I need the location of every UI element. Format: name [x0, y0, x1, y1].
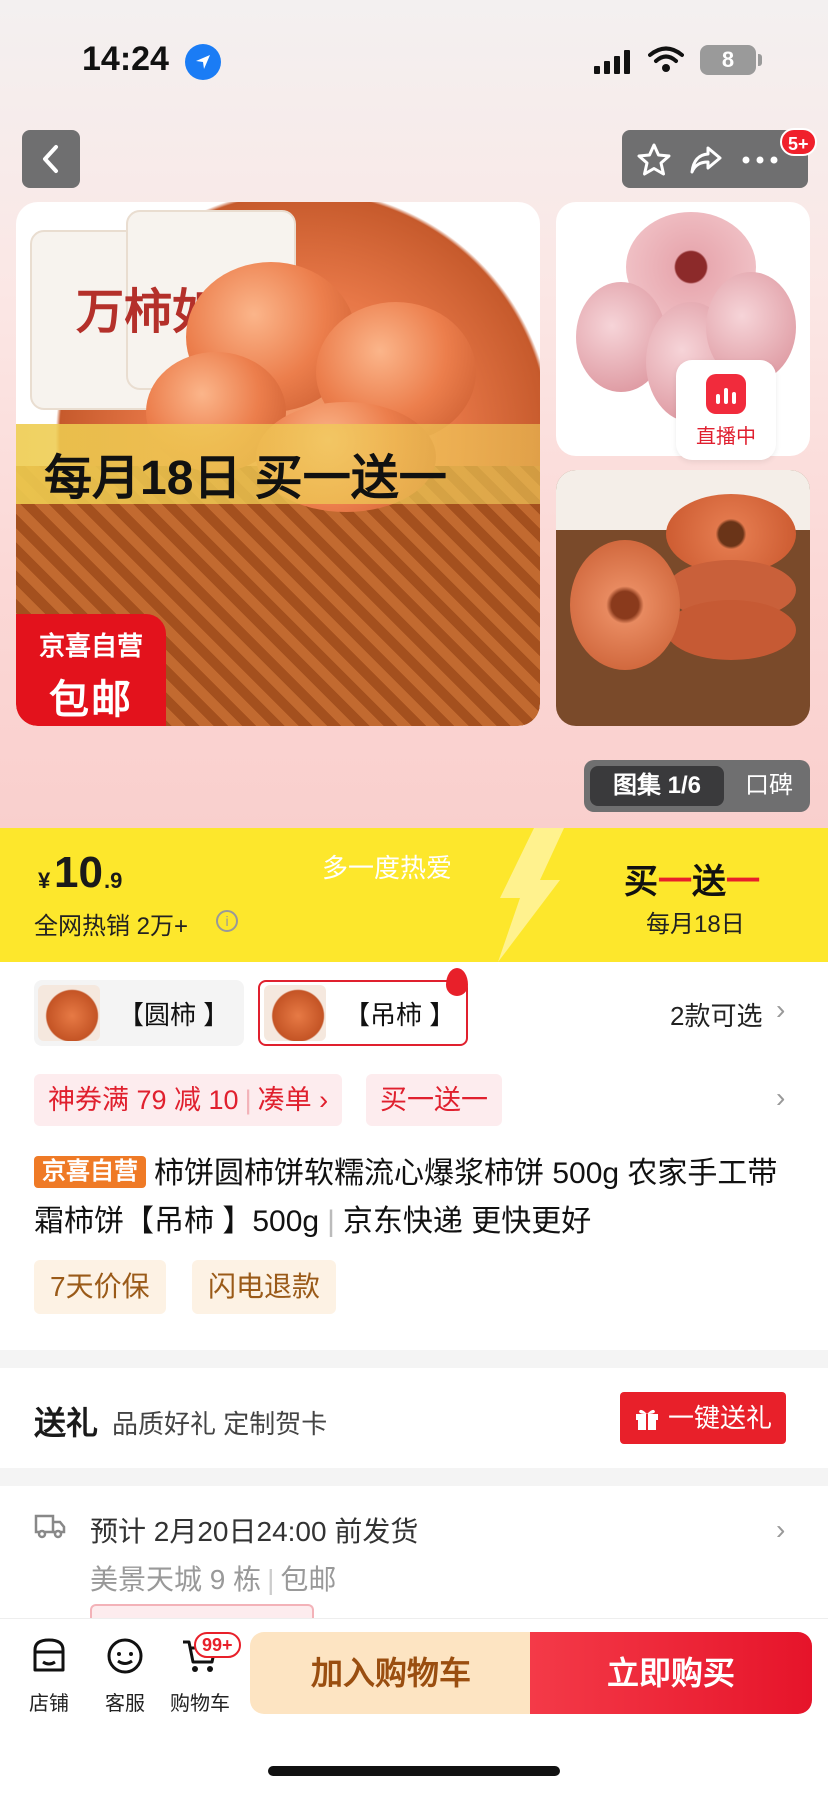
divider: |	[244, 1085, 252, 1115]
main-promo-text: 每月18日 买一送一	[44, 452, 447, 505]
service-tag-fast-refund[interactable]: 闪电退款	[192, 1260, 337, 1314]
wifi-icon	[648, 46, 684, 72]
location-arrow-icon	[185, 44, 221, 80]
chevron-right-icon[interactable]: ›	[776, 1514, 785, 1546]
gallery-tabs: 图集 1/6 口碑	[584, 760, 810, 812]
address-text: 美景天城 9 栋	[90, 1564, 262, 1595]
slogan-text: 多一度热爱	[322, 853, 453, 883]
badge-line1: 京喜自营	[38, 631, 143, 661]
free-shipping-text: 包邮	[280, 1564, 337, 1595]
battery-icon: 8	[700, 45, 756, 75]
delivery-truck-icon	[34, 1514, 66, 1539]
variant-label: 【吊柿 】	[344, 999, 456, 1030]
variant-option-round[interactable]: 【圆柿 】	[34, 980, 244, 1046]
bogo-dash: 一	[658, 863, 692, 901]
add-to-cart-button[interactable]: 加入购物车	[250, 1632, 532, 1714]
shop-icon	[33, 1638, 65, 1672]
product-title-suffix: 京东快递 更快更好	[342, 1205, 592, 1238]
divider: |	[267, 1564, 275, 1595]
live-label: 直播中	[696, 426, 756, 448]
nav-shop[interactable]: 店铺	[14, 1636, 84, 1716]
lightning-bolt-icon	[498, 828, 564, 962]
bogo-dash: 一	[726, 863, 760, 901]
cellular-signal-icon	[594, 50, 630, 74]
hot-flame-icon	[446, 968, 468, 996]
bogo-buy: 买	[624, 863, 658, 901]
delivery-tag	[90, 1604, 314, 1618]
customer-service-icon	[107, 1638, 143, 1674]
buy-now-button[interactable]: 立即购买	[530, 1632, 812, 1714]
nav-shop-label: 店铺	[29, 1693, 69, 1715]
price-integer: 10	[54, 848, 103, 897]
tab-gallery[interactable]: 图集 1/6	[590, 766, 724, 806]
product-title: 京喜自营 柿饼圆柿饼软糯流心爆浆柿饼 500g 农家手工带霜柿饼【吊柿 】500g…	[34, 1150, 794, 1246]
live-stream-badge[interactable]: 直播中	[676, 360, 776, 460]
main-product-image[interactable]: 万柿如意 每月18日 买一送一 京喜自营 包邮	[16, 202, 540, 726]
price-decimal: .9	[104, 868, 123, 893]
nav-cart-label: 购物车	[170, 1693, 230, 1715]
star-favorite-icon[interactable]	[636, 142, 672, 178]
coupon-text: 神券满 79 减 10	[48, 1085, 239, 1115]
hot-sales-text: 全网热销 2万+	[34, 913, 189, 940]
self-operated-tag: 京喜自营	[34, 1156, 146, 1188]
variant-label: 【圆柿 】	[118, 999, 230, 1030]
chevron-right-icon[interactable]: ›	[776, 1082, 785, 1114]
notification-badge: 5+	[780, 128, 817, 156]
thumbnail-image-2[interactable]	[556, 470, 810, 726]
live-bars-icon	[706, 374, 746, 414]
price-currency: ¥	[38, 868, 51, 893]
share-icon[interactable]	[688, 142, 724, 178]
self-operated-badge: 京喜自营 包邮	[16, 614, 166, 726]
coupon-link: 凑单 ›	[257, 1085, 329, 1115]
back-button[interactable]	[22, 130, 80, 188]
battery-level: 8	[721, 47, 735, 72]
variant-option-hanging[interactable]: 【吊柿 】	[258, 980, 468, 1046]
info-icon[interactable]: i	[216, 910, 238, 932]
shipping-estimate: 预计 2月20日24:00 前发货	[90, 1516, 419, 1547]
send-gift-label: 一键送礼	[668, 1403, 773, 1433]
coupon-discount[interactable]: 神券满 79 减 10 | 凑单 ›	[34, 1074, 343, 1126]
persimmon-graphic	[570, 540, 680, 670]
gift-subtitle: 品质好礼 定制贺卡	[112, 1409, 328, 1439]
nav-customer-service[interactable]: 客服	[90, 1636, 160, 1716]
cart-count-badge: 99+	[194, 1632, 241, 1658]
status-bar: 14:24 8	[0, 0, 828, 120]
coupon-bogo[interactable]: 买一送一	[366, 1074, 502, 1126]
divider: |	[327, 1205, 335, 1238]
status-time: 14:24	[82, 40, 169, 78]
gift-icon	[636, 1409, 658, 1430]
section-divider	[0, 1350, 828, 1368]
chevron-left-icon	[43, 145, 58, 173]
persimmon-graphic	[666, 600, 796, 660]
bogo-date: 每月18日	[646, 911, 745, 938]
gift-title: 送礼	[34, 1405, 99, 1441]
section-divider	[0, 1468, 828, 1486]
more-icon[interactable]	[742, 156, 778, 164]
variant-thumbnail	[264, 985, 326, 1041]
battery-cap	[758, 54, 762, 66]
nav-service-label: 客服	[105, 1693, 145, 1715]
variant-count[interactable]: 2款可选	[670, 996, 762, 1033]
send-gift-button[interactable]: 一键送礼	[620, 1392, 786, 1444]
tab-reviews[interactable]: 口碑	[734, 766, 804, 806]
home-indicator[interactable]	[268, 1766, 560, 1776]
bogo-free: 送	[692, 863, 726, 901]
bogo-title: 买一送一	[624, 854, 760, 903]
chevron-right-icon[interactable]: ›	[776, 994, 785, 1026]
delivery-address[interactable]: 美景天城 9 栋 | 包邮	[90, 1558, 336, 1598]
variant-thumbnail	[38, 985, 100, 1041]
badge-line2: 包邮	[49, 678, 133, 722]
service-tag-price-protect[interactable]: 7天价保	[34, 1260, 166, 1314]
